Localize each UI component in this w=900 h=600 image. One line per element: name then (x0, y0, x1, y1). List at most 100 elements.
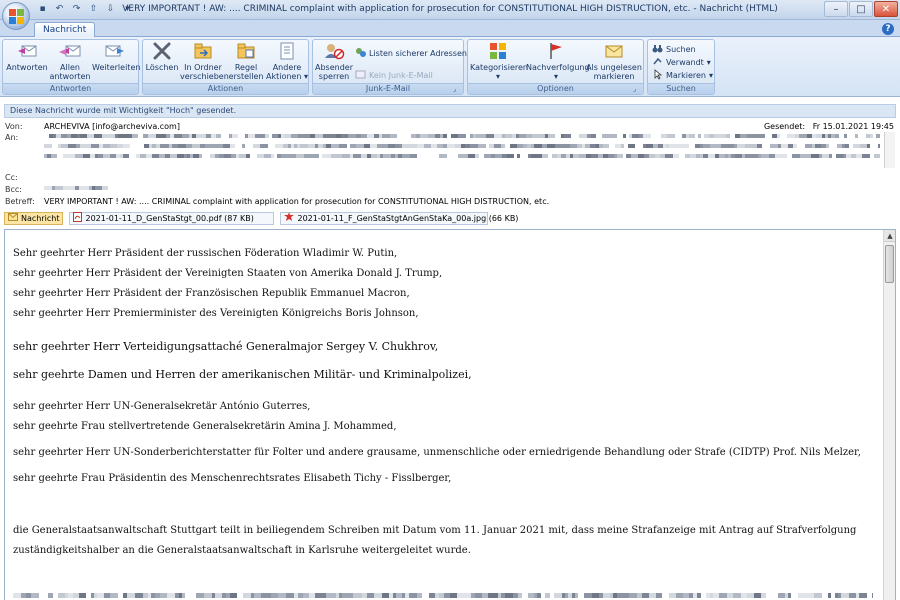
mark-unread-button[interactable]: Als ungelesen markieren (586, 41, 642, 81)
follow-up-label: Nachverfolgung (526, 63, 590, 72)
bcc-label: Bcc: (5, 185, 22, 194)
message-body[interactable]: Sehr geehrter Herr Präsident der russisc… (4, 229, 896, 600)
close-icon[interactable]: ✕ (874, 1, 898, 17)
from-label: Von: (5, 122, 23, 131)
greeting-line: sehr geehrter Herr UN-Sonderberichtersta… (13, 447, 861, 458)
recipients-scrollbar[interactable] (884, 132, 895, 168)
forward-label: Weiterleiten (92, 63, 141, 72)
attachment-pdf[interactable]: 2021-01-11_D_GenStaStgt_00.pdf (87 KB) (69, 211, 275, 225)
other-actions-button[interactable]: Andere Aktionen ▾ (266, 41, 308, 81)
greeting-line: sehr geehrter Herr Präsident der Französ… (13, 288, 410, 299)
to-label: An: (5, 133, 19, 142)
greeting-line: Sehr geehrter Herr Präsident der russisc… (13, 248, 398, 259)
redacted-recipients (44, 134, 880, 138)
reply-all-label-2: antworten (49, 72, 91, 81)
categorize-button[interactable]: Kategorisieren ▾ (470, 41, 528, 81)
envelope-icon (8, 212, 18, 224)
block-sender-label-2: sperren (318, 72, 350, 81)
group-suchen: Suchen Verwandt ▾ Markieren ▾ Suchen (647, 39, 715, 95)
group-label-antworten: Antworten (3, 83, 138, 94)
group-aktionen: Löschen In Ordner verschieben ▾ Regel er… (142, 39, 309, 95)
pdf-icon (73, 211, 83, 225)
create-rule-button[interactable]: Regel erstellen (227, 41, 265, 81)
importance-infobar: Diese Nachricht wurde mit Wichtigkeit "H… (4, 104, 896, 118)
scroll-thumb[interactable] (885, 245, 894, 283)
ribbon-tab-row: Nachricht ? (0, 20, 900, 37)
attachment-jpg[interactable]: 2021-01-11_F_GenStaStgtAnGenStaKa_00a.jp… (280, 211, 518, 225)
mark-unread-icon (603, 41, 625, 61)
delete-label: Löschen (145, 63, 179, 72)
reply-label: Antworten (6, 63, 48, 72)
forward-button[interactable]: Weiterleiten (92, 41, 141, 72)
group-label-optionen: Optionen (468, 83, 643, 94)
categorize-icon (487, 41, 509, 61)
subject-label: Betreff: (5, 197, 35, 206)
other-label-2: Aktionen ▾ (266, 72, 308, 81)
ribbon: Antworten Allen antworten Weiterleiten A… (0, 37, 900, 97)
reply-all-label-1: Allen (60, 63, 80, 72)
attachment-bar: Nachricht 2021-01-11_D_GenStaStgt_00.pdf… (4, 211, 896, 225)
block-sender-icon (323, 41, 345, 61)
dialog-launcher-icon[interactable]: ⌟ (453, 85, 461, 93)
safe-lists-button[interactable]: Listen sicherer Adressen ▾ (355, 47, 474, 60)
redacted-recipients (44, 144, 880, 148)
select-label: Markieren (666, 71, 706, 80)
not-junk-icon (355, 69, 366, 82)
find-button[interactable]: Suchen (652, 43, 696, 56)
redacted-recipients (44, 154, 880, 158)
reply-all-button[interactable]: Allen antworten (47, 41, 93, 81)
related-button[interactable]: Verwandt ▾ (652, 56, 711, 69)
attachment-label: 2021-01-11_D_GenStaStgt_00.pdf (87 KB) (85, 213, 254, 223)
cursor-icon (652, 69, 663, 82)
office-button[interactable] (2, 2, 30, 30)
attachment-message[interactable]: Nachricht (4, 211, 64, 225)
tab-nachricht[interactable]: Nachricht (34, 22, 96, 37)
reply-button[interactable]: Antworten (6, 41, 48, 72)
categorize-chevron: ▾ (495, 72, 500, 81)
minimize-icon[interactable]: – (824, 1, 848, 17)
group-antworten: Antworten Allen antworten Weiterleiten A… (2, 39, 141, 95)
group-label-suchen: Suchen (648, 83, 714, 94)
create-rule-icon (235, 41, 257, 61)
related-icon (652, 56, 663, 69)
group-optionen: Kategorisieren ▾ Nachverfolgung ▾ Als un… (467, 39, 644, 95)
not-junk-button: Kein Junk-E-Mail (355, 69, 433, 82)
move-to-folder-icon (192, 41, 214, 61)
forward-icon (104, 41, 126, 61)
paragraph-line: zuständigkeitshalber an die Generalstaat… (13, 545, 471, 556)
title-bar: ▪ ↶ ↷ ⇧ ⇩ ▾ VERY IMPORTANT ! AW: .... CR… (0, 0, 900, 20)
window-controls: – □ ✕ (824, 1, 898, 17)
cut-off-text-line (13, 593, 873, 598)
mark-unread-label-1: Als ungelesen (586, 63, 642, 72)
related-label: Verwandt (666, 58, 704, 67)
follow-up-button[interactable]: Nachverfolgung ▾ (526, 41, 590, 81)
image-file-icon (284, 211, 295, 225)
not-junk-label: Kein Junk-E-Mail (369, 71, 433, 80)
reply-icon (16, 41, 38, 61)
other-label-1: Andere (272, 63, 302, 72)
greeting-line: sehr geehrter Herr Präsident der Vereini… (13, 268, 443, 279)
rule-label-2: erstellen (228, 72, 264, 81)
block-sender-button[interactable]: Absender sperren (315, 41, 353, 81)
mark-unread-label-2: markieren (593, 72, 635, 81)
subject-value: VERY IMPORTANT ! AW: .... CRIMINAL compl… (44, 197, 550, 206)
sent-label: Gesendet: (763, 122, 806, 131)
maximize-icon[interactable]: □ (849, 1, 873, 17)
scroll-up-icon[interactable]: ▲ (884, 230, 895, 242)
help-icon[interactable]: ? (882, 23, 894, 35)
safe-lists-icon (355, 47, 366, 60)
chevron-down-icon: ▾ (708, 71, 713, 80)
select-button[interactable]: Markieren ▾ (652, 69, 713, 82)
reply-all-icon (59, 41, 81, 61)
dialog-launcher-icon[interactable]: ⌟ (633, 85, 641, 93)
greeting-line: sehr geehrte Damen und Herren der amerik… (13, 368, 472, 381)
body-scrollbar[interactable]: ▲ (883, 230, 895, 600)
group-junk: Absender sperren Listen sicherer Adresse… (312, 39, 474, 95)
block-sender-label-1: Absender (315, 63, 353, 72)
group-label-junk: Junk-E-Mail (313, 83, 463, 94)
rule-label-1: Regel (234, 63, 258, 72)
from-value[interactable]: ARCHEVIVA [info@archeviva.com] (44, 122, 180, 131)
follow-up-chevron: ▾ (553, 72, 558, 81)
delete-button[interactable]: Löschen (145, 41, 179, 72)
attachment-label: 2021-01-11_F_GenStaStgtAnGenStaKa_00a.jp… (297, 213, 519, 223)
